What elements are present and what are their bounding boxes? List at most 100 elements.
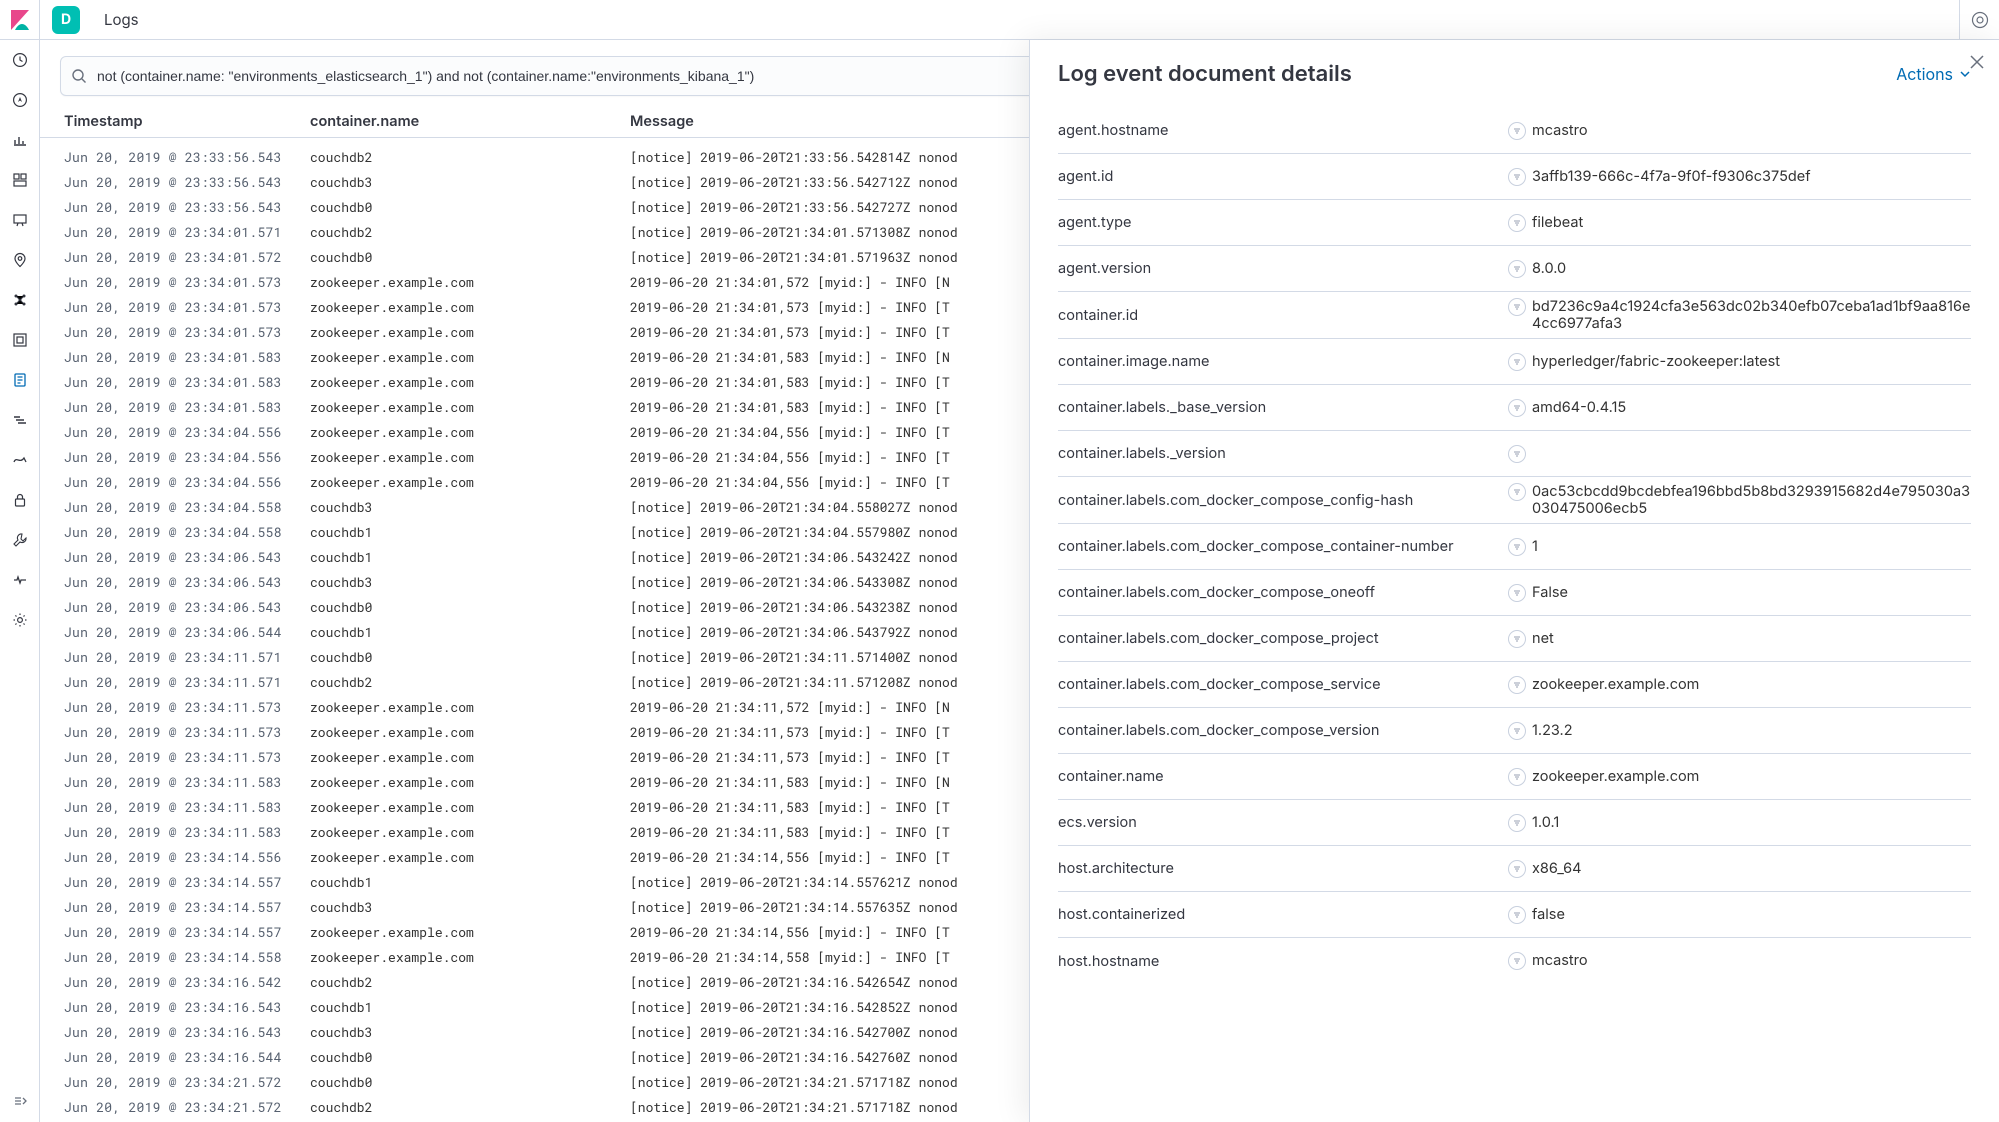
cell-timestamp: Jun 20, 2019 @ 23:34:01.573: [64, 273, 310, 291]
field-label: container.name: [1058, 768, 1488, 785]
dashboard-icon: [12, 172, 28, 188]
cell-container-name: zookeeper.example.com: [310, 473, 630, 491]
logo[interactable]: [0, 0, 40, 40]
cell-timestamp: Jun 20, 2019 @ 23:34:01.583: [64, 373, 310, 391]
col-header-timestamp[interactable]: Timestamp: [60, 113, 310, 130]
cell-container-name: couchdb2: [310, 973, 630, 991]
nav-canvas[interactable]: [10, 210, 30, 230]
field-value-text: bd7236c9a4c1924cfa3e563dc02b340efb07ceba…: [1532, 298, 1971, 332]
filter-icon[interactable]: [1508, 298, 1526, 316]
cell-container-name: zookeeper.example.com: [310, 398, 630, 416]
bar-chart-icon: [12, 132, 28, 148]
cell-container-name: couchdb2: [310, 148, 630, 166]
field-row: host.containerized false: [1058, 892, 1971, 938]
filter-icon[interactable]: [1508, 122, 1526, 140]
nav-maps[interactable]: [10, 250, 30, 270]
field-value-text: False: [1532, 584, 1568, 601]
field-value: filebeat: [1508, 214, 1971, 232]
cell-timestamp: Jun 20, 2019 @ 23:34:11.571: [64, 648, 310, 666]
col-header-container-name[interactable]: container.name: [310, 113, 630, 130]
uptime-icon: [12, 452, 28, 468]
filter-icon[interactable]: [1508, 952, 1526, 970]
cell-timestamp: Jun 20, 2019 @ 23:34:01.571: [64, 223, 310, 241]
filter-icon[interactable]: [1508, 538, 1526, 556]
filter-icon[interactable]: [1508, 445, 1526, 463]
cell-container-name: zookeeper.example.com: [310, 373, 630, 391]
field-value-text: 1.0.1: [1532, 814, 1559, 831]
filter-icon[interactable]: [1508, 399, 1526, 417]
ml-icon: [12, 292, 28, 308]
cell-timestamp: Jun 20, 2019 @ 23:34:01.583: [64, 348, 310, 366]
flyout-actions-button[interactable]: Actions: [1896, 64, 1971, 84]
field-label: container.labels._base_version: [1058, 399, 1488, 416]
nav-discover[interactable]: [10, 90, 30, 110]
field-label: container.labels.com_docker_compose_proj…: [1058, 630, 1488, 647]
field-row: container.namezookeeper.example.com: [1058, 754, 1971, 800]
filter-icon[interactable]: [1508, 906, 1526, 924]
field-label: container.labels.com_docker_compose_conf…: [1058, 492, 1488, 509]
field-row: container.labels._version: [1058, 431, 1971, 477]
field-value-text: mcastro: [1532, 122, 1588, 139]
nav-dashboard[interactable]: [10, 170, 30, 190]
field-label: container.labels.com_docker_compose_serv…: [1058, 676, 1488, 693]
filter-icon[interactable]: [1508, 214, 1526, 232]
field-value-text: hyperledger/fabric-zookeeper:latest: [1532, 353, 1780, 370]
flyout-body[interactable]: agent.hostnamemcastroagent.id3affb139-66…: [1030, 108, 1999, 1122]
cell-timestamp: Jun 20, 2019 @ 23:34:16.543: [64, 1023, 310, 1041]
field-label: container.labels.com_docker_compose_oneo…: [1058, 584, 1488, 601]
details-flyout: Log event document details Actions agent…: [1029, 40, 1999, 1122]
cell-timestamp: Jun 20, 2019 @ 23:34:01.573: [64, 323, 310, 341]
filter-icon[interactable]: [1508, 483, 1526, 501]
field-value-text: 3affb139-666c-4f7a-9f0f-f9306c375def: [1532, 168, 1811, 185]
cell-timestamp: Jun 20, 2019 @ 23:34:01.572: [64, 248, 310, 266]
nav-ml[interactable]: [10, 290, 30, 310]
field-value-text: 8.0.0: [1532, 260, 1566, 277]
nav-devtools[interactable]: [10, 530, 30, 550]
filter-icon[interactable]: [1508, 584, 1526, 602]
field-label: host.hostname: [1058, 953, 1488, 970]
space-badge[interactable]: D: [52, 6, 80, 34]
main-content: Timestamp container.name Message Jun 20,…: [40, 40, 1999, 1122]
filter-icon[interactable]: [1508, 768, 1526, 786]
filter-icon[interactable]: [1508, 353, 1526, 371]
field-label: agent.id: [1058, 168, 1488, 185]
filter-icon[interactable]: [1508, 260, 1526, 278]
filter-icon[interactable]: [1508, 814, 1526, 832]
help-menu[interactable]: [1959, 0, 1999, 40]
cell-timestamp: Jun 20, 2019 @ 23:34:14.557: [64, 898, 310, 916]
gear-icon: [12, 612, 28, 628]
field-value: amd64-0.4.15: [1508, 399, 1971, 417]
cell-timestamp: Jun 20, 2019 @ 23:34:06.543: [64, 548, 310, 566]
nav-management[interactable]: [10, 610, 30, 630]
cell-container-name: couchdb1: [310, 548, 630, 566]
field-row: container.labels._base_version amd64-0.4.…: [1058, 385, 1971, 431]
cell-timestamp: Jun 20, 2019 @ 23:34:04.558: [64, 498, 310, 516]
field-label: host.containerized: [1058, 906, 1488, 923]
collapse-nav[interactable]: [0, 1086, 39, 1116]
nav-apm[interactable]: [10, 410, 30, 430]
help-icon: [1971, 11, 1989, 29]
wrench-icon: [12, 532, 28, 548]
nav-siem[interactable]: [10, 490, 30, 510]
field-label: ecs.version: [1058, 814, 1488, 831]
flyout-header: Log event document details Actions: [1030, 40, 1999, 108]
cell-container-name: zookeeper.example.com: [310, 698, 630, 716]
nav-monitoring[interactable]: [10, 570, 30, 590]
field-value-text: false: [1532, 906, 1565, 923]
cell-container-name: couchdb2: [310, 223, 630, 241]
nav-visualize[interactable]: [10, 130, 30, 150]
nav-uptime[interactable]: [10, 450, 30, 470]
filter-icon[interactable]: [1508, 168, 1526, 186]
cell-timestamp: Jun 20, 2019 @ 23:34:21.572: [64, 1073, 310, 1091]
cell-container-name: zookeeper.example.com: [310, 423, 630, 441]
nav-recent[interactable]: [10, 50, 30, 70]
filter-icon[interactable]: [1508, 722, 1526, 740]
field-row: container.labels.com_docker_compose_oneo…: [1058, 570, 1971, 616]
filter-icon[interactable]: [1508, 630, 1526, 648]
close-button[interactable]: [1963, 48, 1991, 76]
field-row: ecs.version 1.0.1: [1058, 800, 1971, 846]
nav-infra[interactable]: [10, 330, 30, 350]
filter-icon[interactable]: [1508, 860, 1526, 878]
nav-logs[interactable]: [10, 370, 30, 390]
filter-icon[interactable]: [1508, 676, 1526, 694]
